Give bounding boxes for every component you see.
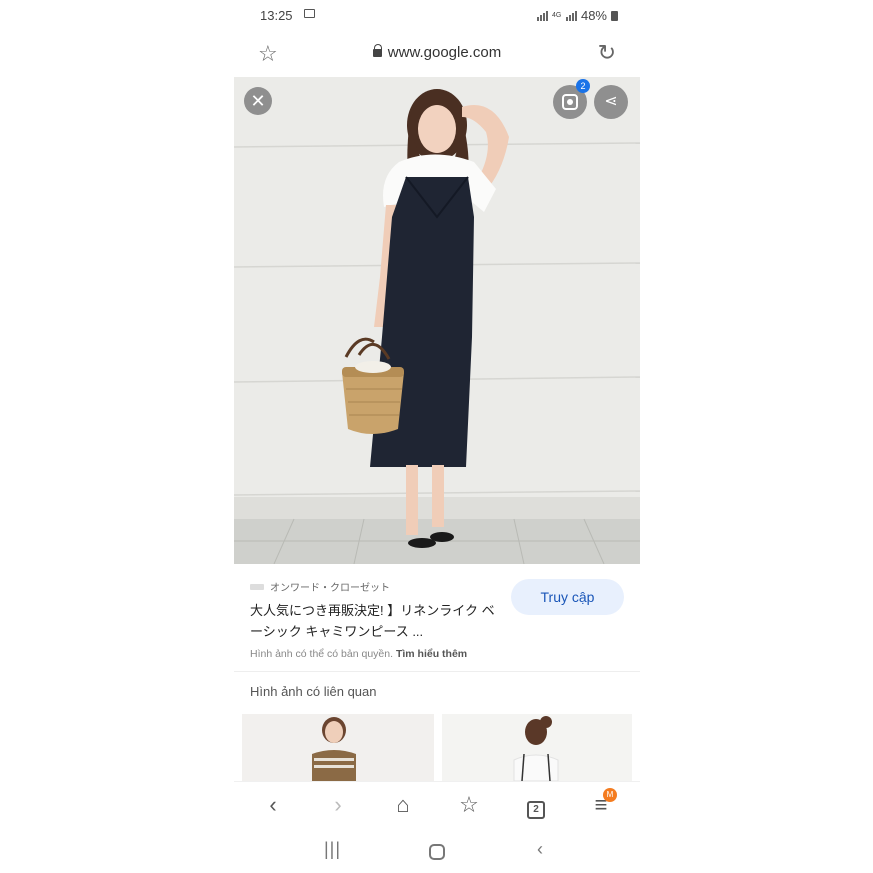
tabs-button[interactable]: 2 [521, 792, 551, 819]
url-bar[interactable]: ☆ www.google.com ↻ [234, 32, 640, 76]
divider [234, 671, 640, 672]
photo-illustration [234, 77, 640, 564]
status-bar: 13:25 4G 48% [234, 0, 640, 30]
network-type: 4G [551, 12, 562, 19]
copyright-notice: Hình ảnh có thể có bản quyền. Tìm hiểu t… [250, 648, 467, 660]
related-heading: Hình ảnh có liên quan [250, 684, 377, 699]
learn-more-link[interactable]: Tìm hiểu thêm [396, 648, 467, 660]
result-source[interactable]: オンワード・クローゼット [250, 579, 390, 594]
system-back-icon[interactable]: ‹ [537, 839, 543, 860]
home-icon[interactable]: ⌂ [388, 792, 418, 818]
lens-search-button[interactable]: 2 [553, 79, 590, 119]
copyright-text: Hình ảnh có thể có bản quyền. [250, 648, 394, 660]
lens-badge: 2 [576, 79, 590, 93]
visit-button[interactable]: Truy cập [511, 579, 624, 615]
reload-icon[interactable]: ↻ [598, 40, 616, 66]
source-name: オンワード・クローゼット [270, 583, 390, 594]
lock-icon [372, 44, 383, 57]
battery-icon [611, 10, 618, 21]
signal-icon-2 [565, 10, 577, 21]
result-title[interactable]: 大人気につき再販決定! 】リネンライク ベーシック キャミワンピース ... [250, 600, 505, 642]
url-text: www.google.com [387, 44, 502, 61]
related-image-1[interactable] [242, 714, 434, 781]
system-nav-bar: ||| ‹ [234, 835, 640, 873]
bookmarks-icon[interactable]: ☆ [454, 792, 484, 818]
menu-icon[interactable]: ≡ M [586, 788, 617, 818]
tabs-count: 2 [527, 801, 545, 819]
share-icon[interactable]: ⋖ [594, 85, 628, 119]
address-field[interactable]: www.google.com [234, 44, 640, 61]
recent-apps-icon[interactable]: ||| [324, 839, 341, 860]
home-button-icon[interactable] [429, 844, 445, 860]
signal-icon [536, 10, 548, 21]
gallery-notification-icon [304, 9, 315, 18]
clock: 13:25 [260, 8, 293, 23]
browser-toolbar: ‹ › ⌂ ☆ 2 ≡ M [234, 781, 640, 831]
close-icon[interactable]: ✕ [244, 87, 272, 115]
result-image[interactable]: ✕ 2 ⋖ [234, 77, 640, 564]
menu-badge: M [603, 788, 617, 802]
site-favicon [250, 583, 264, 590]
battery-percent: 48% [580, 8, 607, 23]
related-image-2[interactable] [442, 714, 632, 781]
phone-screen: 13:25 4G 48% ☆ www.google.com ↻ ✕ 2 ⋖ オン… [234, 0, 640, 873]
status-icons: 4G 48% [536, 8, 618, 23]
back-icon[interactable]: ‹ [258, 792, 288, 818]
forward-icon[interactable]: › [323, 792, 353, 818]
